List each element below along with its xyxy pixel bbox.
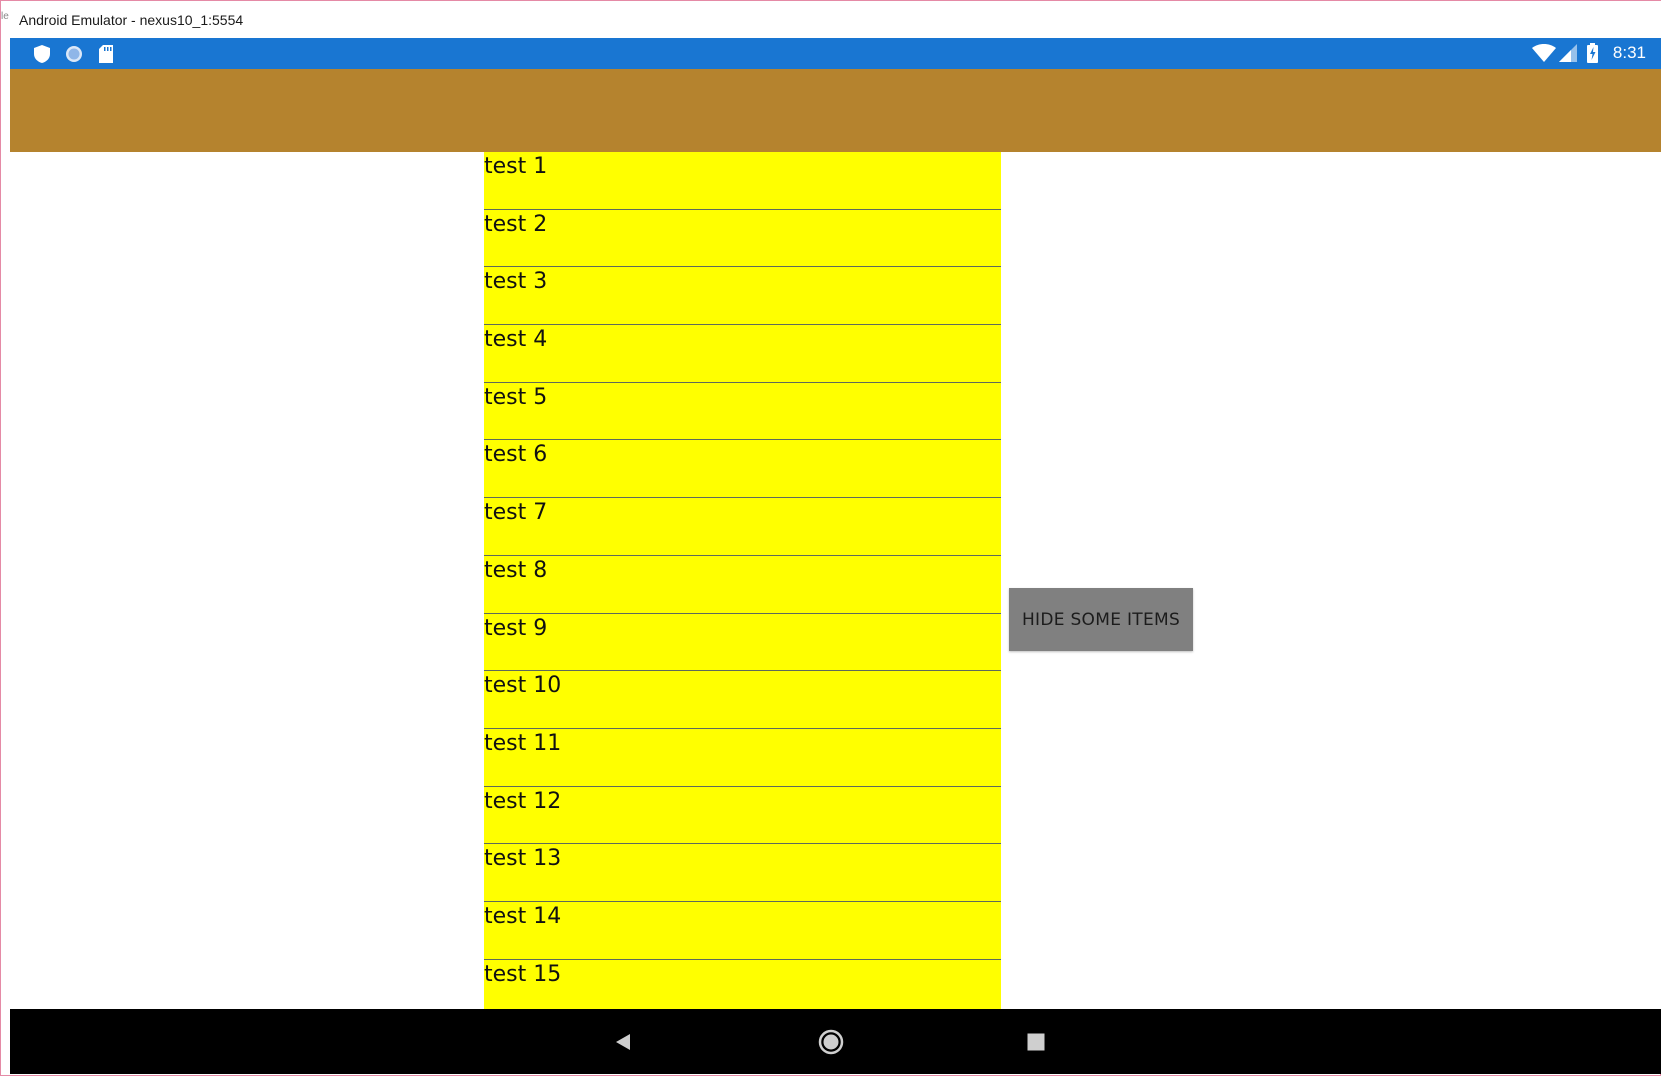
navigation-bar bbox=[10, 1009, 1661, 1074]
list-item-label: test 13 bbox=[484, 846, 562, 872]
home-icon bbox=[818, 1029, 844, 1054]
window-title: Android Emulator - nexus10_1:5554 bbox=[19, 12, 244, 28]
list-item[interactable]: test 9 bbox=[484, 614, 1001, 672]
list-item-label: test 10 bbox=[484, 673, 562, 699]
list-item[interactable]: test 13 bbox=[484, 844, 1001, 902]
device-screen: 8:31 test 1 test 2 test 3 test 4 test 5 test … bbox=[10, 38, 1661, 1074]
page-content: test 1 test 2 test 3 test 4 test 5 test 6 test… bbox=[10, 152, 1661, 1009]
list-item[interactable]: test 7 bbox=[484, 498, 1001, 556]
status-bar: 8:31 bbox=[10, 38, 1661, 69]
list-item-label: test 1 bbox=[484, 154, 548, 179]
list-item-label: test 14 bbox=[484, 903, 562, 929]
back-icon bbox=[616, 1033, 630, 1050]
list-item[interactable]: test 11 bbox=[484, 729, 1001, 787]
window-title-bar[interactable]: le Android Emulator - nexus10_1:5554 bbox=[1, 0, 1661, 38]
app-bar bbox=[10, 69, 1661, 152]
list-item-label: test 11 bbox=[484, 730, 562, 756]
list-item[interactable]: test 1 bbox=[484, 152, 1001, 210]
list-item-label: test 4 bbox=[484, 327, 548, 353]
list-item-label: test 6 bbox=[484, 442, 548, 468]
list-item[interactable]: test 3 bbox=[484, 267, 1001, 326]
list-item-label: test 8 bbox=[484, 557, 548, 583]
list-item-label: test 9 bbox=[484, 615, 548, 641]
list-item[interactable]: test 2 bbox=[484, 210, 1001, 268]
emulator-window: le Android Emulator - nexus10_1:5554 8:3… bbox=[0, 0, 1661, 1076]
item-list[interactable]: test 1 test 2 test 3 test 4 test 5 test 6 test… bbox=[484, 152, 1001, 1009]
recents-button[interactable] bbox=[1006, 1009, 1066, 1074]
list-item-label: test 12 bbox=[484, 788, 562, 814]
recents-icon bbox=[1027, 1033, 1045, 1050]
list-item[interactable]: test 6 bbox=[484, 440, 1001, 499]
signal-icon bbox=[1559, 44, 1577, 67]
battery-charging-icon bbox=[1587, 43, 1598, 68]
home-button[interactable] bbox=[801, 1009, 861, 1074]
hide-some-items-button[interactable]: HIDE SOME ITEMS bbox=[1009, 588, 1193, 651]
sd-card-icon bbox=[99, 45, 113, 68]
list-item[interactable]: test 5 bbox=[484, 383, 1001, 441]
list-item[interactable]: test 8 bbox=[484, 556, 1001, 614]
list-item-label: test 5 bbox=[484, 384, 548, 410]
wifi-icon bbox=[1532, 44, 1556, 67]
list-item[interactable]: test 14 bbox=[484, 902, 1001, 960]
list-item-label: test 3 bbox=[484, 269, 548, 295]
list-item[interactable]: test 10 bbox=[484, 671, 1001, 729]
window-edge-glyph: le bbox=[1, 11, 9, 22]
list-item-label: test 7 bbox=[484, 500, 548, 526]
list-item[interactable]: test 4 bbox=[484, 325, 1001, 383]
list-item[interactable]: test 12 bbox=[484, 787, 1001, 845]
list-item-label: test 15 bbox=[484, 961, 562, 987]
list-item[interactable]: test 15 bbox=[484, 960, 1001, 1009]
list-item-label: test 2 bbox=[484, 211, 548, 237]
status-time: 8:31 bbox=[1612, 43, 1646, 62]
shield-icon bbox=[34, 45, 50, 68]
back-button[interactable] bbox=[593, 1009, 653, 1074]
sync-circle-icon bbox=[65, 45, 83, 68]
